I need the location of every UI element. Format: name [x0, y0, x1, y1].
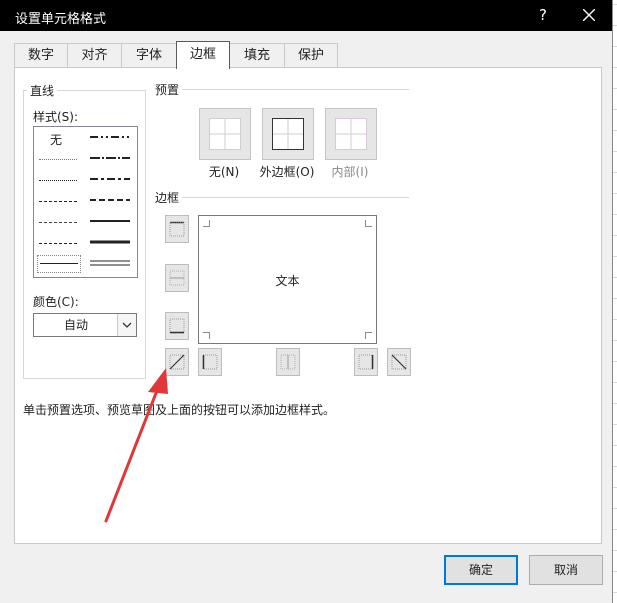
cancel-button[interactable]: 取消 — [529, 555, 603, 585]
tab-border[interactable]: 边框 — [176, 41, 230, 69]
annotation-arrow — [104, 368, 168, 523]
ok-button[interactable]: 确定 — [444, 555, 518, 585]
format-cells-dialog: 设置单元格格式 ? 数字 对齐 字体 边框 填充 保护 直线 样式(S): 无 — [0, 0, 613, 603]
